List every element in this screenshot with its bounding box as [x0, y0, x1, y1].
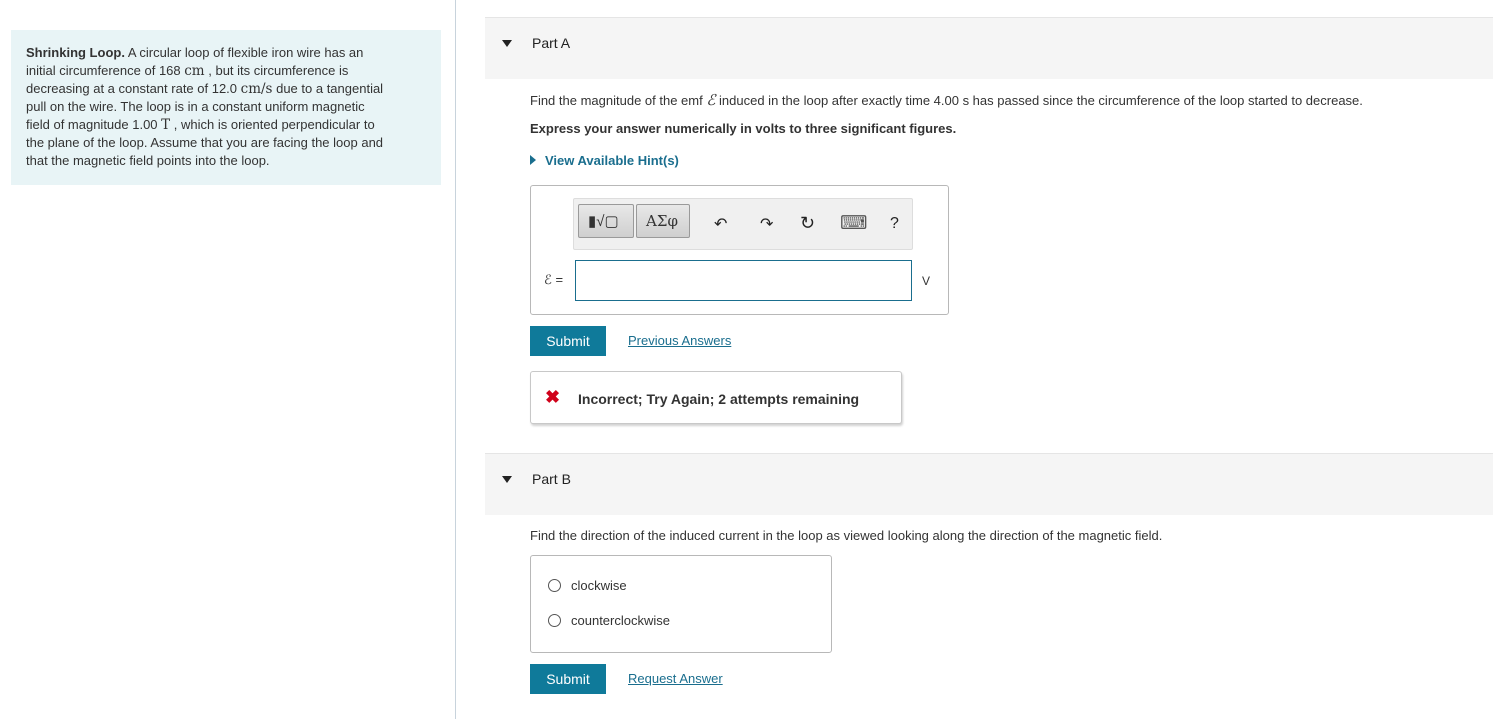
feedback-message: ✖ Incorrect; Try Again; 2 attempts remai… [530, 371, 902, 424]
radical-template-icon: ▮√▢ [588, 213, 619, 230]
part-b-header[interactable]: Part B [485, 453, 1493, 515]
answer-input[interactable] [575, 260, 912, 301]
radio-button[interactable] [548, 579, 561, 592]
problem-panel: Shrinking Loop. A circular loop of flexi… [0, 0, 456, 719]
problem-statement: Shrinking Loop. A circular loop of flexi… [11, 30, 441, 185]
part-a-title: Part A [532, 35, 571, 51]
help-icon[interactable]: ? [890, 215, 899, 233]
collapse-triangle-icon[interactable] [502, 476, 512, 483]
choice-list: clockwise counterclockwise [530, 555, 832, 653]
collapse-triangle-icon[interactable] [502, 40, 512, 47]
problem-title: Shrinking Loop. [26, 45, 125, 60]
submit-button-part-b[interactable]: Submit [530, 664, 606, 694]
expand-triangle-icon [530, 155, 536, 165]
parts-panel: Part A Find the magnitude of the emf ℰ i… [457, 0, 1493, 719]
submit-button-part-a[interactable]: Submit [530, 326, 606, 356]
undo-icon[interactable]: ↶ [714, 214, 727, 234]
part-b-title: Part B [532, 471, 571, 487]
view-hints-link[interactable]: View Available Hint(s) [530, 153, 679, 168]
part-a-header[interactable]: Part A [485, 17, 1493, 79]
part-a-instruction: Express your answer numerically in volts… [530, 121, 957, 136]
math-toolbar: ▮√▢ ΑΣφ ↶ ↷ ↻ ⌨ ? [573, 198, 913, 250]
part-a-question: Find the magnitude of the emf ℰ induced … [530, 91, 1363, 109]
redo-icon[interactable]: ↷ [760, 214, 773, 234]
template-button[interactable]: ▮√▢ [578, 204, 634, 238]
request-answer-link[interactable]: Request Answer [628, 671, 723, 686]
previous-answers-link[interactable]: Previous Answers [628, 333, 731, 348]
unit-label: V [922, 274, 931, 288]
reset-icon[interactable]: ↻ [800, 213, 815, 234]
keyboard-shortcuts-icon[interactable]: ⌨ [840, 212, 867, 235]
incorrect-x-icon: ✖ [545, 387, 561, 407]
radio-button[interactable] [548, 614, 561, 627]
choice-clockwise[interactable]: clockwise [548, 578, 627, 593]
choice-counterclockwise[interactable]: counterclockwise [548, 613, 670, 628]
part-b-question: Find the direction of the induced curren… [530, 528, 1163, 543]
feedback-text: Incorrect; Try Again; 2 attempts remaini… [578, 391, 860, 407]
greek-letters-icon: ΑΣφ [646, 212, 678, 230]
answer-box: ▮√▢ ΑΣφ ↶ ↷ ↻ ⌨ ? ℰ = V [530, 185, 949, 315]
greek-symbols-button[interactable]: ΑΣφ [636, 204, 690, 238]
answer-label: ℰ = [544, 272, 564, 287]
